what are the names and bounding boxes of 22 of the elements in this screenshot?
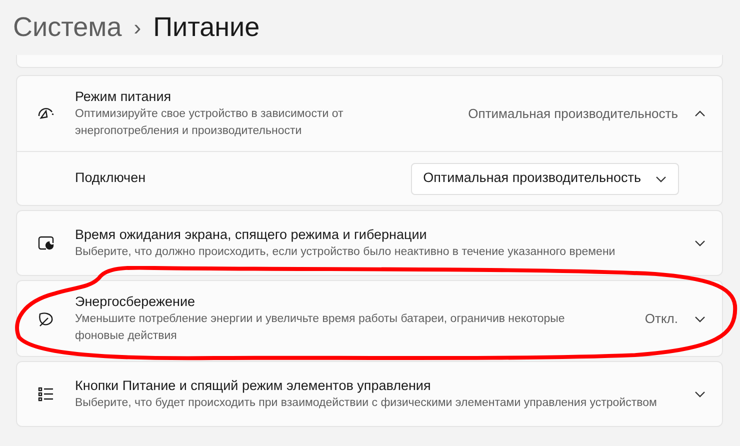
- card-header[interactable]: Энергосбережение Уменьшите потребление энергии и увеличьте время работы батареи, ограничив некоторые фоновые действия Откл.: [17, 281, 722, 356]
- card-description: Выберите, что будет происходить при взаимодействии с физическими элементами управления устройством: [75, 396, 658, 411]
- card-title: Кнопки Питание и спящий режим элементов управления: [75, 377, 432, 395]
- card-description: Уменьшите потребление энергии и увеличьте время работы батареи, ограничив некоторые фоновые действия: [75, 312, 566, 344]
- row-label: Подключен: [75, 169, 147, 188]
- breadcrumb-link[interactable]: Система: [13, 7, 122, 48]
- list-icon: [37, 385, 55, 403]
- page-title: Питание: [153, 11, 260, 44]
- card-description: Оптимизируйте свое устройство в зависимости от энергопотребления и производительности: [75, 107, 344, 139]
- card-title: Режим питания: [75, 88, 172, 106]
- breadcrumb-separator: ›: [134, 14, 142, 42]
- card-description: Выберите, что должно происходить, если устройство было неактивно в течение указанного времени: [75, 245, 616, 260]
- power-mode-dropdown[interactable]: Оптимальная производительность: [411, 162, 679, 194]
- card-header[interactable]: Кнопки Питание и спящий режим элементов управления Выберите, что будет происходить при взаимодействии с физическими элементами управления устройством: [17, 362, 722, 426]
- card-header[interactable]: Режим питания Оптимизируйте свое устройство в зависимости от энергопотребления и производительности Оптимальная производительность: [17, 76, 722, 152]
- screen-moon-icon: [37, 234, 55, 252]
- leaf-icon: [37, 310, 55, 328]
- card-title: Энергосбережение: [75, 293, 196, 311]
- card-title: Время ожидания экрана, спящего режима и гибернации: [75, 226, 428, 244]
- card-header[interactable]: Время ожидания экрана, спящего режима и гибернации Выберите, что должно происходить, если устройство было неактивно в течение указанного времени: [17, 211, 722, 275]
- card-value: Оптимальная производительность: [468, 104, 678, 123]
- card-value: Откл.: [644, 310, 678, 328]
